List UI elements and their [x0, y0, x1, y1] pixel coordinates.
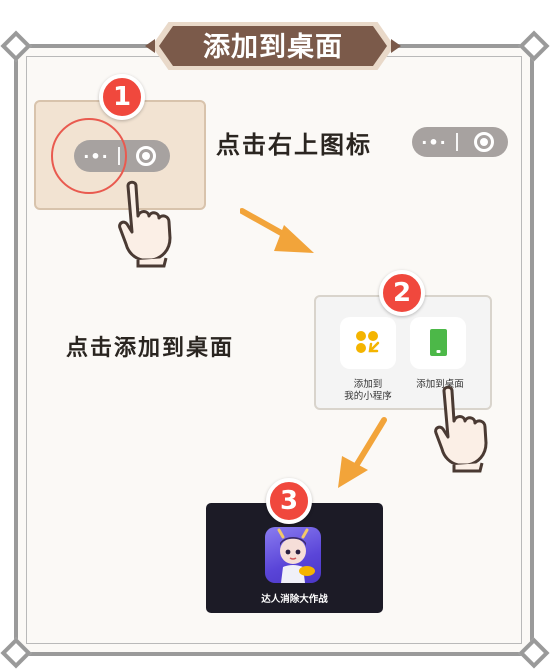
option1-label: 添加到 我的小程序: [330, 379, 406, 403]
step1-badge: 1: [99, 74, 145, 120]
add-to-desktop-tile: [410, 317, 466, 369]
option1-label-line2: 我的小程序: [344, 391, 392, 402]
reference-capsule-button: ·•·: [412, 127, 508, 157]
more-dots-icon-ref: ·•·: [421, 132, 447, 152]
game-character-icon: [277, 528, 315, 583]
arrow-step2-to-step3: [338, 417, 387, 488]
step2-instruction: 点击添加到桌面: [66, 335, 235, 361]
miniprogram-icon: [356, 331, 380, 353]
step1-instruction: 点击右上图标: [216, 130, 372, 159]
step2-badge: 2: [379, 270, 425, 316]
pointing-hand-icon-2: [434, 385, 488, 473]
game-app-icon: [265, 527, 321, 583]
page-title: 添加到桌面: [203, 32, 343, 63]
option1-label-line1: 添加到: [353, 379, 383, 390]
game-app-name: 达人消除大作战: [261, 594, 328, 605]
add-to-my-miniprogram-tile: [340, 317, 396, 369]
pointing-hand-icon: [118, 180, 172, 268]
arrow-step1-to-step2: [240, 208, 314, 253]
close-target-icon: [136, 146, 156, 166]
step3-badge: 3: [266, 478, 312, 524]
close-target-icon-ref: [474, 132, 494, 152]
title-banner: 添加到桌面: [145, 15, 401, 77]
capsule-divider-ref: [456, 133, 458, 151]
phone-icon: [430, 329, 447, 356]
